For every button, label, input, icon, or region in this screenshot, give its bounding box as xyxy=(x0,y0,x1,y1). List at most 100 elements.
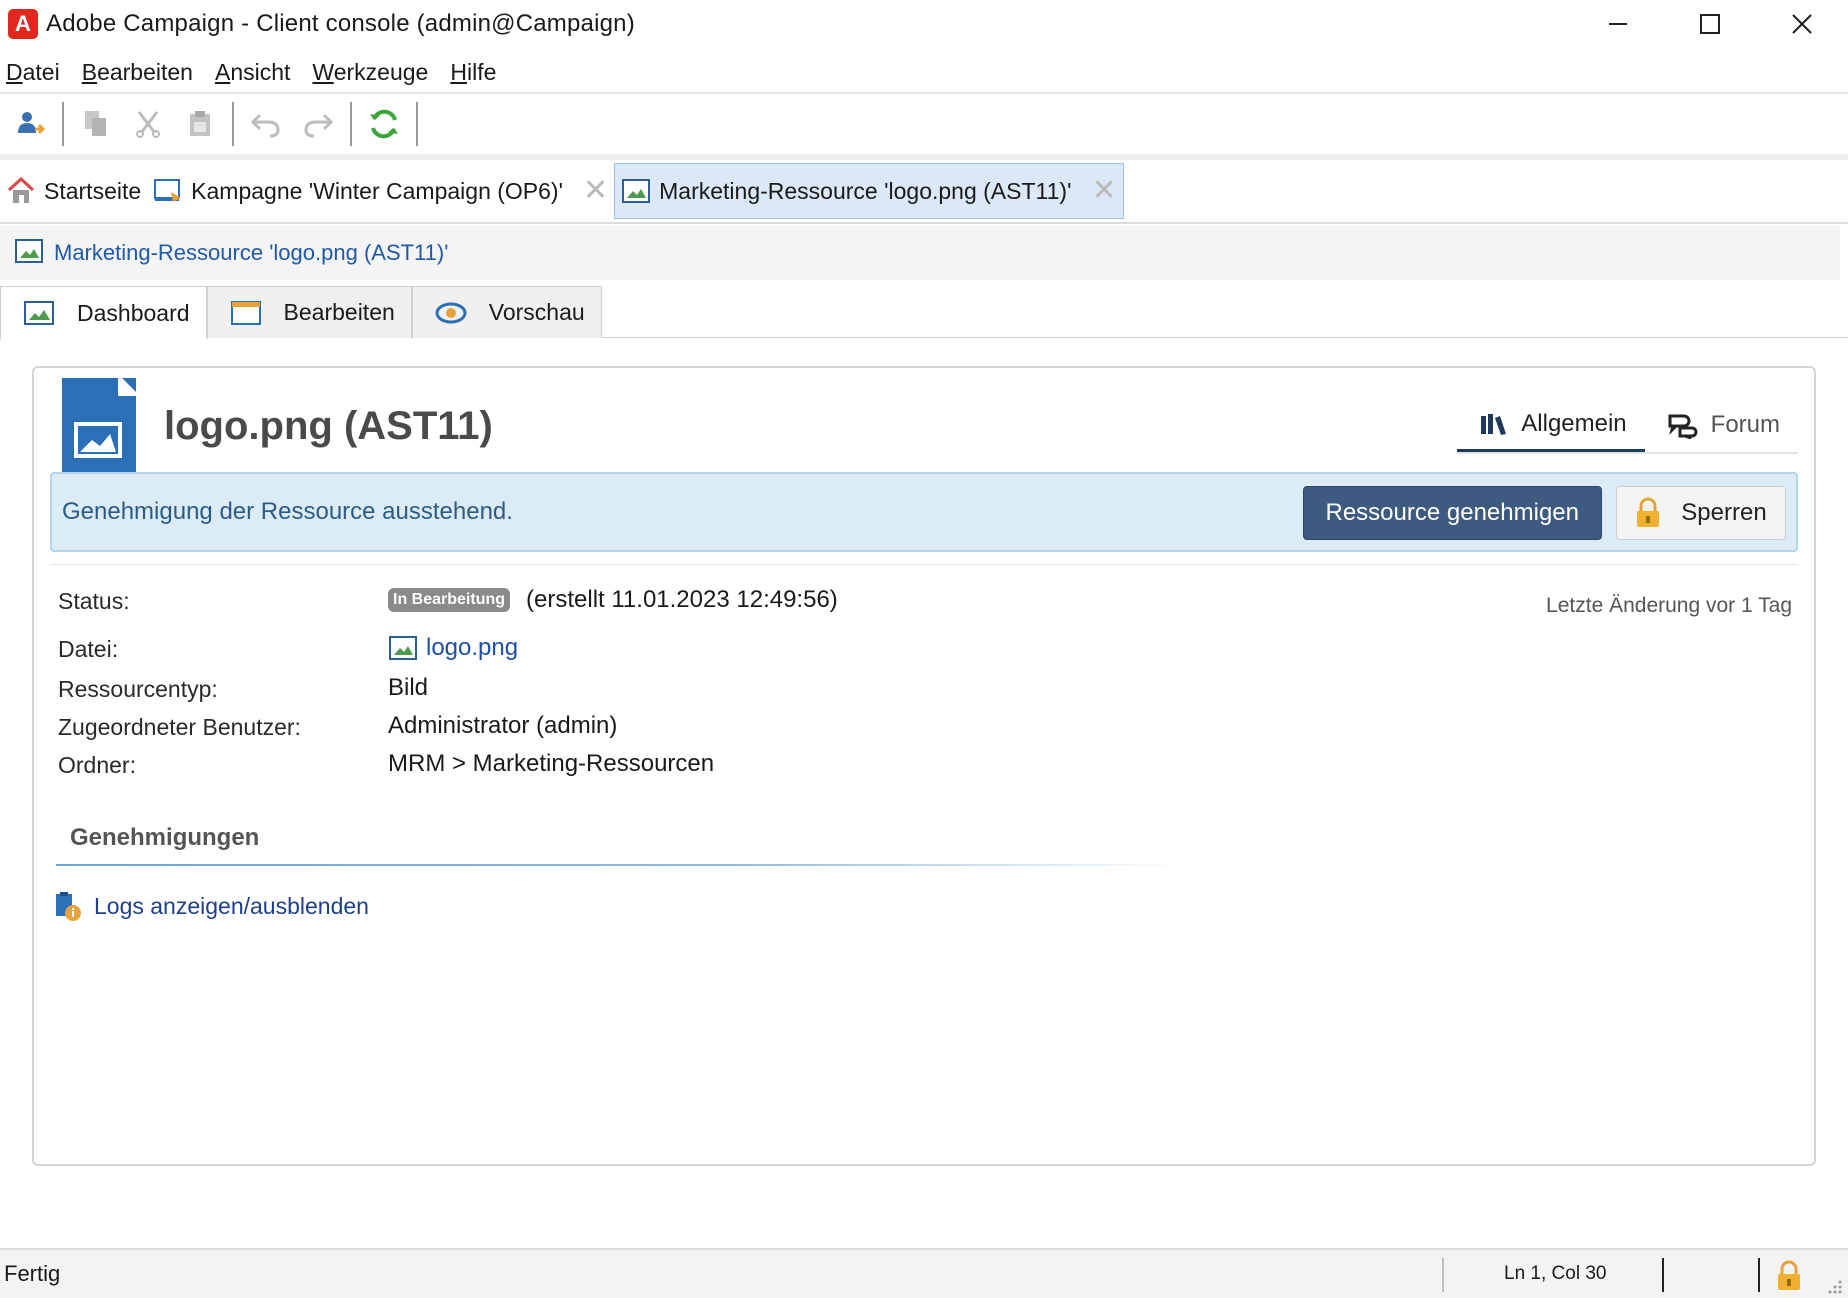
tab-allgemein[interactable]: Allgemein xyxy=(1457,398,1645,452)
status-badge: In Bearbeitung xyxy=(388,588,511,612)
close-tab-icon[interactable]: ✕ xyxy=(1091,176,1116,206)
copy-icon xyxy=(85,111,106,136)
tab-label: Dashboard xyxy=(77,299,190,326)
tab-forum[interactable]: Forum xyxy=(1645,398,1798,452)
approvals-section-title: Genehmigungen xyxy=(70,824,260,851)
paste-button[interactable] xyxy=(178,102,222,146)
copy-button[interactable] xyxy=(74,102,118,146)
user-value: Administrator (admin) xyxy=(388,712,618,739)
toolbar-separator xyxy=(232,102,234,146)
approve-resource-button[interactable]: Ressource genehmigen xyxy=(1302,486,1602,540)
toggle-logs-link[interactable]: Logs anzeigen/ausblenden xyxy=(54,890,369,922)
file-image-icon xyxy=(62,378,136,483)
document-tabs: Startseite Kampagne 'Winter Campaign (OP… xyxy=(0,154,1848,224)
window-controls xyxy=(1572,0,1848,48)
status-value: In Bearbeitung (erstellt 11.01.2023 12:4… xyxy=(388,586,838,614)
toolbar-separator xyxy=(350,102,352,146)
cut-button[interactable] xyxy=(126,102,170,146)
image-file-icon xyxy=(388,635,418,661)
tab-vorschau[interactable]: Vorschau xyxy=(411,286,602,338)
title-bar: A Adobe Campaign - Client console (admin… xyxy=(0,0,1848,48)
tab-label: Allgemein xyxy=(1521,409,1627,437)
image-resource-icon xyxy=(621,177,651,205)
cursor-position: Ln 1, Col 30 xyxy=(1504,1263,1607,1284)
menu-bearbeiten[interactable]: Bearbeiten xyxy=(82,59,193,86)
doc-tab-home[interactable]: Startseite xyxy=(0,163,147,219)
approval-notice: Genehmigung der Ressource ausstehend. Re… xyxy=(50,472,1798,552)
status-lock-icon xyxy=(1776,1260,1802,1297)
file-link[interactable]: logo.png xyxy=(426,634,518,662)
maximize-icon xyxy=(1700,14,1720,34)
section-divider xyxy=(56,864,1186,866)
refresh-icon xyxy=(370,109,398,139)
breadcrumb: Marketing-Ressource 'logo.png (AST11)' xyxy=(0,226,1840,280)
doc-tab-campaign[interactable]: Kampagne 'Winter Campaign (OP6)' ✕ xyxy=(147,163,614,219)
image-resource-icon xyxy=(14,237,44,270)
resize-grip-icon[interactable] xyxy=(1826,1278,1844,1298)
doc-tab-label: Kampagne 'Winter Campaign (OP6)' xyxy=(191,177,563,204)
status-created: (erstellt 11.01.2023 12:49:56) xyxy=(526,586,838,613)
home-icon xyxy=(6,176,36,206)
status-bar: Fertig Ln 1, Col 30 xyxy=(0,1248,1848,1298)
minimize-button[interactable] xyxy=(1572,0,1664,48)
dashboard-icon xyxy=(23,299,55,327)
menu-ansicht[interactable]: Ansicht xyxy=(215,59,290,86)
undo-button[interactable] xyxy=(244,102,288,146)
chat-icon xyxy=(1667,411,1699,439)
doc-tab-label: Marketing-Ressource 'logo.png (AST11)' xyxy=(659,177,1072,204)
menu-datei[interactable]: Datei xyxy=(6,59,60,86)
maximize-button[interactable] xyxy=(1664,0,1756,48)
folder-label: Ordner: xyxy=(58,752,136,778)
redo-icon xyxy=(304,113,334,138)
status-label: Status: xyxy=(58,588,130,614)
campaign-icon xyxy=(153,176,183,206)
close-icon xyxy=(1792,14,1812,34)
folder-value: MRM > Marketing-Ressourcen xyxy=(388,750,715,777)
resource-title: logo.png (AST11) xyxy=(164,404,493,448)
logs-link-label: Logs anzeigen/ausblenden xyxy=(94,892,369,919)
view-tabs: Dashboard Bearbeiten Vorschau xyxy=(0,286,602,340)
tab-label: Vorschau xyxy=(488,299,585,325)
minimize-icon xyxy=(1609,23,1627,25)
log-info-icon xyxy=(54,890,82,922)
last-change-text: Letzte Änderung vor 1 Tag xyxy=(1546,594,1792,617)
redo-button[interactable] xyxy=(296,102,340,146)
breadcrumb-suffix: (AST11)' xyxy=(363,240,449,265)
menu-bar: Datei Bearbeiten Ansicht Werkzeuge Hilfe xyxy=(0,52,512,92)
tab-bearbeiten[interactable]: Bearbeiten xyxy=(206,286,412,338)
eye-icon xyxy=(435,301,467,325)
paste-icon xyxy=(190,111,210,136)
doc-tab-resource[interactable]: Marketing-Ressource 'logo.png (AST11)' ✕ xyxy=(614,163,1124,219)
toolbar xyxy=(0,92,1848,154)
doc-tab-label: Startseite xyxy=(44,177,142,204)
breadcrumb-label[interactable]: Marketing-Ressource 'logo.png (AST11)' xyxy=(54,240,448,266)
refresh-button[interactable] xyxy=(362,102,406,146)
breadcrumb-text: Marketing-Ressource 'logo.png xyxy=(54,240,358,265)
resource-dashboard-panel: logo.png (AST11) Allgemein Forum Genehmi… xyxy=(32,366,1816,1166)
tab-label: Bearbeiten xyxy=(283,299,395,325)
undo-icon xyxy=(250,113,280,138)
approval-message: Genehmigung der Ressource ausstehend. xyxy=(62,498,513,525)
close-tab-icon[interactable]: ✕ xyxy=(583,176,608,206)
lock-button[interactable]: Sperren xyxy=(1616,486,1786,540)
type-label: Ressourcentyp: xyxy=(58,676,218,702)
tab-dashboard[interactable]: Dashboard xyxy=(0,286,207,340)
menu-werkzeuge[interactable]: Werkzeuge xyxy=(312,59,428,86)
resource-section-tabs: Allgemein Forum xyxy=(1457,398,1798,454)
new-user-button[interactable] xyxy=(8,102,52,146)
status-separator xyxy=(1442,1258,1444,1292)
type-value: Bild xyxy=(388,674,429,701)
status-separator xyxy=(1758,1258,1760,1292)
lock-icon xyxy=(1635,497,1661,529)
window-title: Adobe Campaign - Client console (admin@C… xyxy=(46,10,635,37)
status-text: Fertig xyxy=(4,1261,61,1286)
toolbar-separator xyxy=(62,102,64,146)
file-value[interactable]: logo.png xyxy=(388,634,518,662)
close-window-button[interactable] xyxy=(1756,0,1848,48)
library-icon xyxy=(1479,412,1509,436)
cut-icon xyxy=(136,111,160,138)
menu-hilfe[interactable]: Hilfe xyxy=(450,59,496,86)
adobe-campaign-logo-icon: A xyxy=(8,9,38,39)
file-label: Datei: xyxy=(58,636,119,662)
new-user-icon xyxy=(18,112,45,135)
